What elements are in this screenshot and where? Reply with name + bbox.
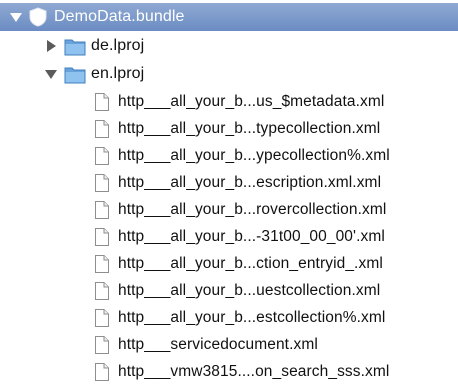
tree-row-file[interactable]: http___all_your_b...-31t00_00_00'.xml	[0, 223, 458, 251]
document-icon	[94, 92, 110, 112]
disclosure-collapsed-icon[interactable]	[44, 39, 58, 53]
document-icon	[94, 173, 110, 193]
file-label: http___vmw3815....on_search_sss.xml	[118, 363, 390, 380]
file-label: http___all_your_b...estcollection%.xml	[118, 309, 386, 326]
root-label: DemoData.bundle	[54, 8, 185, 25]
file-label: http___all_your_b...ction_entryid_.xml	[118, 255, 383, 272]
bundle-icon	[28, 7, 48, 27]
tree-row-file[interactable]: http___all_your_b...estcollection%.xml	[0, 304, 458, 332]
file-label: http___all_your_b...escription.xml.xml	[118, 174, 382, 191]
folder-label: en.lproj	[91, 65, 145, 82]
document-icon	[94, 119, 110, 139]
tree-row-file[interactable]: http___all_your_b...escription.xml.xml	[0, 169, 458, 197]
tree-row-file[interactable]: http___all_your_b...ction_entryid_.xml	[0, 250, 458, 278]
tree-row-file[interactable]: http___all_your_b...typecollection.xml	[0, 115, 458, 143]
tree-row-folder-de[interactable]: de.lproj	[0, 32, 458, 60]
tree-row-file[interactable]: http___all_your_b...rovercollection.xml	[0, 196, 458, 224]
file-label: http___all_your_b...rovercollection.xml	[118, 201, 387, 218]
folder-icon	[64, 36, 86, 56]
document-icon	[94, 308, 110, 328]
document-icon	[94, 335, 110, 355]
document-icon	[94, 362, 110, 382]
document-icon	[94, 227, 110, 247]
document-icon	[94, 281, 110, 301]
file-label: http___all_your_b...typecollection.xml	[118, 120, 381, 137]
file-label: http___all_your_b...-31t00_00_00'.xml	[118, 228, 385, 245]
tree-row-file[interactable]: http___all_your_b...uestcollection.xml	[0, 277, 458, 305]
disclosure-expanded-icon[interactable]	[44, 67, 58, 81]
file-label: http___all_your_b...uestcollection.xml	[118, 282, 381, 299]
document-icon	[94, 254, 110, 274]
file-tree: DemoData.bundle de.lproj en.lproj http__…	[0, 0, 458, 387]
tree-row-folder-en[interactable]: en.lproj	[0, 60, 458, 88]
file-label: http___servicedocument.xml	[118, 336, 318, 353]
tree-row-file[interactable]: http___all_your_b...us_$metadata.xml	[0, 88, 458, 116]
document-icon	[94, 200, 110, 220]
file-label: http___all_your_b...us_$metadata.xml	[118, 93, 385, 110]
tree-row-file[interactable]: http___servicedocument.xml	[0, 331, 458, 359]
folder-icon	[64, 64, 86, 84]
tree-row-file[interactable]: http___vmw3815....on_search_sss.xml	[0, 358, 458, 386]
disclosure-expanded-icon[interactable]	[9, 10, 23, 24]
document-icon	[94, 146, 110, 166]
folder-label: de.lproj	[91, 37, 145, 54]
tree-row-root[interactable]: DemoData.bundle	[0, 3, 458, 31]
file-label: http___all_your_b...ypecollection%.xml	[118, 147, 390, 164]
tree-row-file[interactable]: http___all_your_b...ypecollection%.xml	[0, 142, 458, 170]
